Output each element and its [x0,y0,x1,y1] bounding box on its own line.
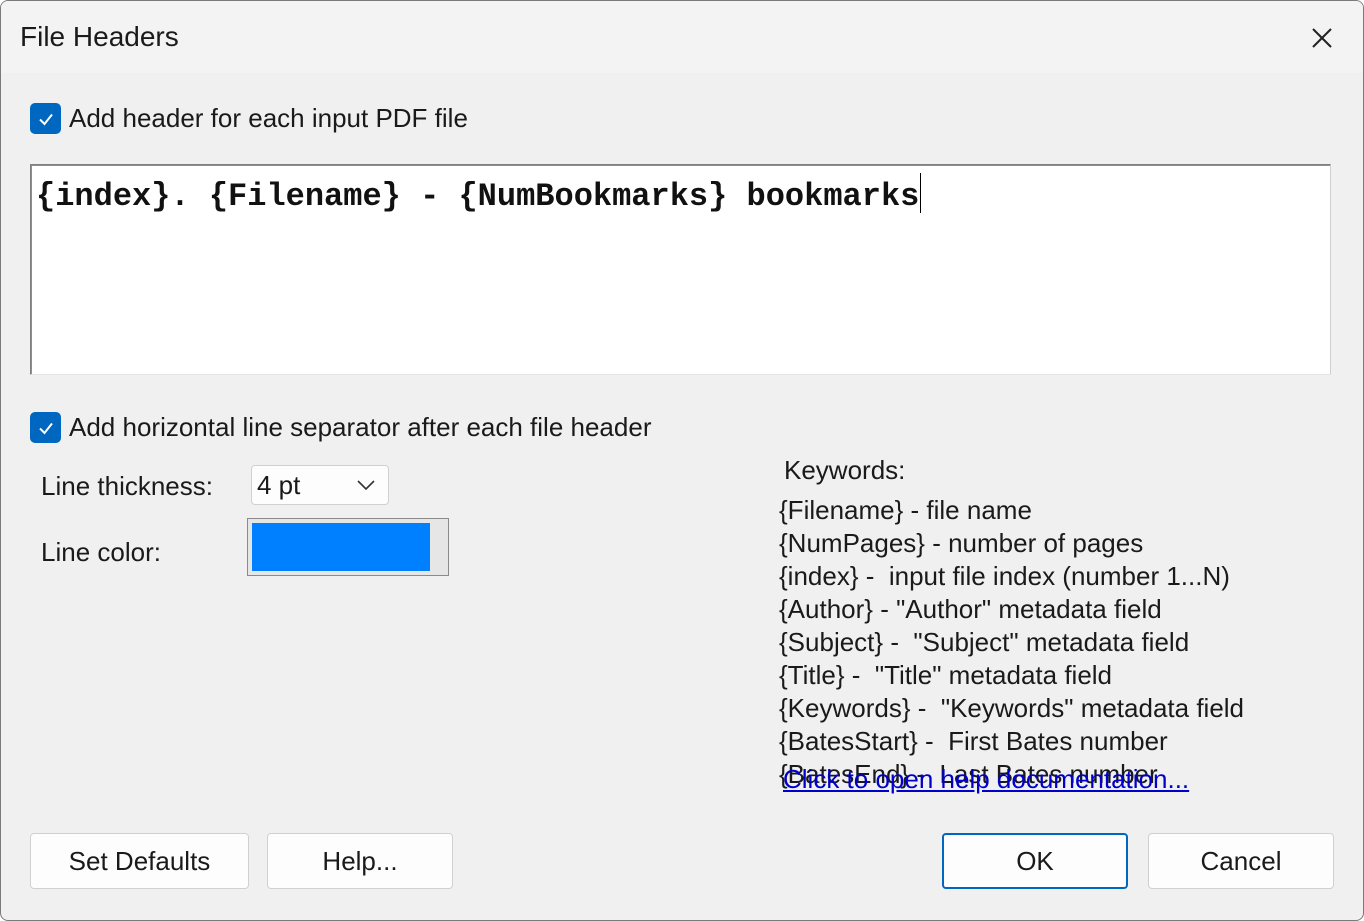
keywords-heading: Keywords: [784,455,906,485]
header-checkbox[interactable] [30,103,61,134]
line-thickness-select[interactable]: 4 pt [251,465,389,505]
chevron-down-icon [357,480,375,491]
dialog-title: File Headers [20,21,179,52]
separator-checkbox[interactable] [30,412,61,443]
title-bar: File Headers [1,1,1363,73]
keyword-item: {Subject} - "Subject" metadata field [779,627,1190,657]
line-color-label: Line color: [41,537,161,567]
keyword-item: {index} - input file index (number 1...N… [779,561,1230,591]
line-color-swatch [252,523,430,571]
checkmark-icon [38,113,53,126]
separator-checkbox-label: Add horizontal line separator after each… [69,412,652,442]
header-checkbox-label: Add header for each input PDF file [69,103,468,133]
keyword-item: {NumPages} - number of pages [779,528,1144,558]
line-thickness-value: 4 pt [257,469,301,500]
text-caret [920,173,922,213]
help-documentation-link[interactable]: Click to open help documentation... [783,764,1189,795]
file-headers-dialog: File Headers Add header for each input P… [0,0,1364,921]
keyword-item: {BatesStart} - First Bates number [779,726,1168,756]
header-checkbox-row[interactable]: Add header for each input PDF file [30,103,468,134]
line-color-button[interactable] [247,518,449,576]
separator-checkbox-row[interactable]: Add horizontal line separator after each… [30,412,651,443]
checkmark-icon [38,422,53,435]
close-button[interactable] [1303,19,1341,57]
keyword-item: {Author} - "Author" metadata field [779,594,1162,624]
keyword-item: {Filename} - file name [779,495,1032,525]
keywords-panel: Keywords: {Filename} - file name {NumPag… [779,454,1244,791]
close-icon [1312,28,1332,48]
help-button[interactable]: Help... [267,833,453,889]
ok-button[interactable]: OK [942,833,1128,889]
header-template-value: {index}. {Filename} - {NumBookmarks} boo… [36,178,920,215]
line-thickness-label: Line thickness: [41,471,213,501]
set-defaults-button[interactable]: Set Defaults [30,833,249,889]
header-template-input[interactable]: {index}. {Filename} - {NumBookmarks} boo… [30,164,1331,375]
keyword-item: {Title} - "Title" metadata field [779,660,1113,690]
keyword-item: {Keywords} - "Keywords" metadata field [779,693,1245,723]
cancel-button[interactable]: Cancel [1148,833,1334,889]
